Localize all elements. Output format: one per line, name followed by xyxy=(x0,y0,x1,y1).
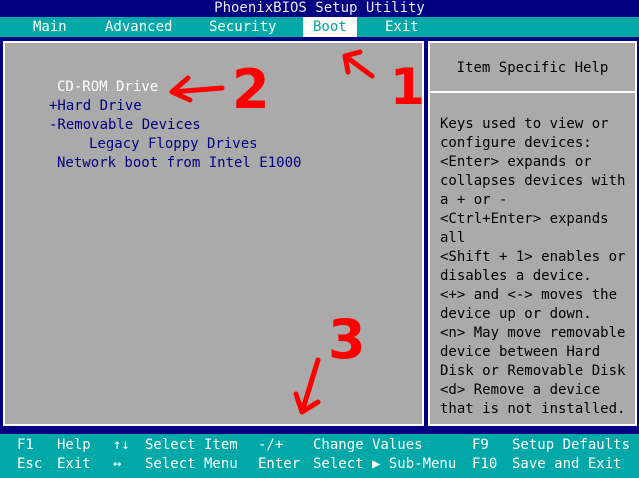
desc-setup-defaults: Setup Defaults xyxy=(512,437,631,453)
key-f1: F1 xyxy=(17,437,34,453)
key-f10: F10 xyxy=(472,456,498,472)
status-bar: F1 Help ↑↓ Select Item -/+ Change Values… xyxy=(0,434,639,478)
boot-order-panel: CD-ROM Drive +Hard Drive -Removable Devi… xyxy=(3,41,424,426)
desc-save-exit: Save and Exit xyxy=(512,456,622,472)
boot-item-network[interactable]: Network boot from Intel E1000 xyxy=(57,154,301,173)
key-leftright: ↔ xyxy=(113,456,122,472)
key-updown: ↑↓ xyxy=(113,437,130,453)
desc-select-item: Select Item xyxy=(145,437,238,453)
menu-security[interactable]: Security xyxy=(199,17,286,37)
desc-select-submenu: Select ▶ Sub-Menu xyxy=(313,456,457,472)
key-esc: Esc xyxy=(17,456,43,472)
boot-item-removable[interactable]: -Removable Devices xyxy=(49,116,201,135)
menu-bar: Main Advanced Security Boot Exit xyxy=(0,17,639,37)
key-f9: F9 xyxy=(472,437,489,453)
desc-help: Help xyxy=(57,437,91,453)
menu-exit[interactable]: Exit xyxy=(375,17,429,37)
menu-main[interactable]: Main xyxy=(23,17,77,37)
boot-item-floppy[interactable]: Legacy Floppy Drives xyxy=(89,135,258,154)
key-enter: Enter xyxy=(258,456,301,472)
key-plusminus: -/+ xyxy=(258,437,284,453)
menu-boot[interactable]: Boot xyxy=(303,17,357,37)
boot-item-hard-drive[interactable]: +Hard Drive xyxy=(49,97,142,116)
desc-select-menu: Select Menu xyxy=(145,456,238,472)
boot-item-cdrom[interactable]: CD-ROM Drive xyxy=(57,78,158,97)
desc-change-values: Change Values xyxy=(313,437,423,453)
help-text: Keys used to view or configure devices: … xyxy=(440,116,626,417)
menu-advanced[interactable]: Advanced xyxy=(95,17,182,37)
bios-title: PhoenixBIOS Setup Utility xyxy=(0,0,639,17)
help-title: Item Specific Help xyxy=(430,43,635,93)
desc-exit: Exit xyxy=(57,456,91,472)
help-panel: Item Specific Help Keys used to view or … xyxy=(428,41,637,426)
